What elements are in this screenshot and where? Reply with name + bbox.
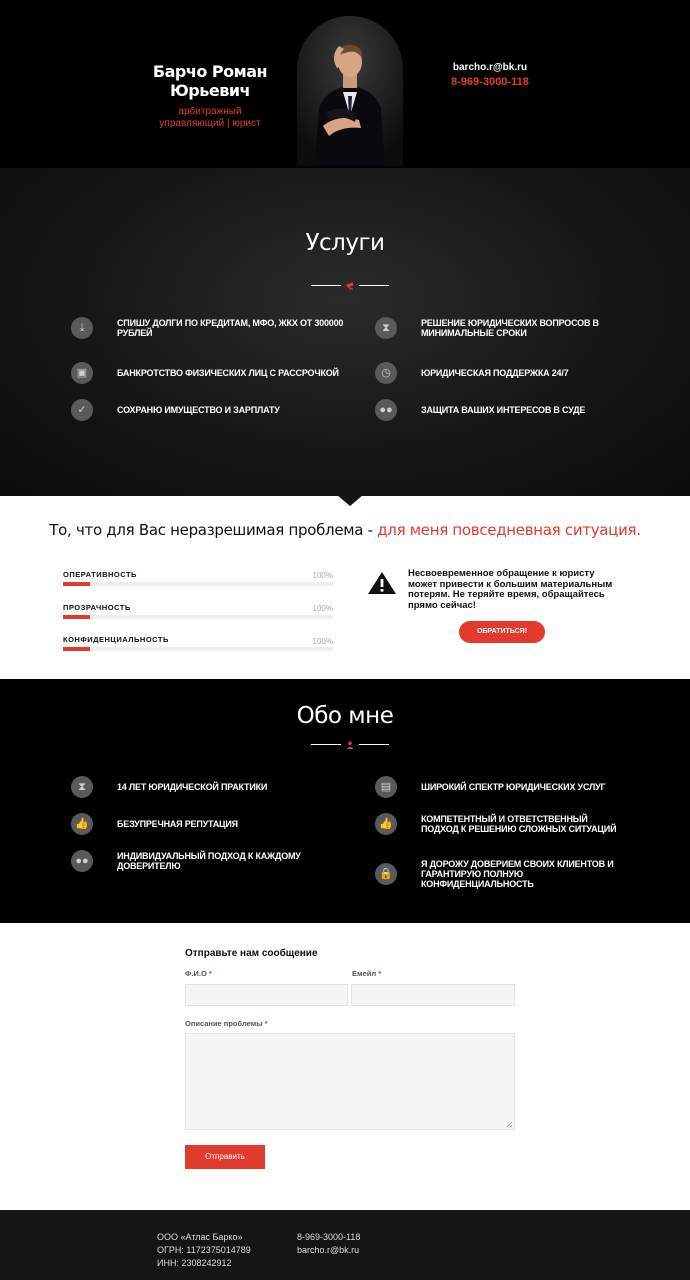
footer-ogrn: ОГРН: 1172375014789 bbox=[157, 1245, 251, 1255]
services-divider bbox=[311, 282, 389, 290]
skill-bar bbox=[63, 615, 333, 619]
header-email[interactable]: barcho.r@bk.ru bbox=[420, 62, 560, 73]
lawyer-role: арбитражный управляющий | юрист bbox=[159, 106, 261, 129]
footer-email[interactable]: barcho.r@bk.ru bbox=[297, 1244, 359, 1257]
skill-percent: 100% bbox=[312, 637, 333, 646]
service-item: ◷ Юридическая поддержка 24/7 bbox=[375, 362, 621, 384]
about-item: 👍 Безупречная репутация bbox=[71, 813, 347, 835]
users-icon: ●● bbox=[375, 399, 397, 421]
footer-company: ООО «Атлас Барко» bbox=[157, 1232, 243, 1242]
warning-icon bbox=[368, 572, 396, 594]
problem-textarea[interactable] bbox=[185, 1033, 515, 1130]
resize-handle-icon[interactable] bbox=[506, 1121, 513, 1128]
hourglass-icon: ⧗ bbox=[375, 317, 397, 339]
tagline: То, что для Вас неразрешимая проблема - … bbox=[49, 521, 641, 539]
skill-bar-fill bbox=[63, 615, 90, 619]
service-item: ⤓ Спишу долги по кредитам, МФО, ЖКХ от 3… bbox=[71, 317, 347, 339]
header: Барчо Роман Юрьевич арбитражный управляю… bbox=[0, 0, 690, 168]
warning-text: Несвоевременное обращение к юристу может… bbox=[408, 568, 613, 611]
portrait-photo bbox=[297, 16, 403, 166]
skill-bar bbox=[63, 582, 333, 586]
gavel-icon bbox=[346, 282, 354, 290]
skill-label: КОНФИДЕНЦИАЛЬНОСТЬ bbox=[63, 635, 169, 644]
contact-button[interactable]: ОБРАТИТЬСЯ! bbox=[459, 621, 545, 643]
about-item: 👍 Компетентный и ответственный подход к … bbox=[375, 813, 621, 835]
footer-phone[interactable]: 8-969-3000-118 bbox=[297, 1231, 360, 1244]
clock-icon: ◷ bbox=[375, 362, 397, 384]
skill-bar bbox=[63, 647, 333, 651]
section-notch bbox=[337, 495, 363, 506]
problem-label: Описание проблемы * bbox=[185, 1019, 268, 1028]
check-icon: ✓ bbox=[71, 399, 93, 421]
name-label: Ф.И.О * bbox=[185, 969, 212, 978]
email-field[interactable] bbox=[351, 984, 515, 1006]
service-item: ●● Защита ваших интересов в суде bbox=[375, 399, 641, 421]
skill-label: ПРОЗРАЧНОСТЬ bbox=[63, 603, 131, 612]
about-title: Обо мне bbox=[296, 703, 394, 729]
about-divider bbox=[311, 741, 389, 749]
document-icon: ▤ bbox=[375, 776, 397, 798]
about-item: ●● Индивидуальный подход к каждому довер… bbox=[71, 850, 302, 872]
submit-button[interactable]: Отправить bbox=[185, 1145, 265, 1169]
skill-bar-fill bbox=[63, 582, 90, 586]
service-item: ⧗ Решение юридических вопросов в минимал… bbox=[375, 317, 621, 339]
skill-bar-fill bbox=[63, 647, 90, 651]
service-item: ▣ Банкротство физических лиц с рассрочко… bbox=[71, 362, 377, 384]
email-label: Емейл * bbox=[352, 969, 382, 978]
car-icon: ▣ bbox=[71, 362, 93, 384]
about-item: ⧗ 14 лет юридической практики bbox=[71, 776, 347, 798]
person-icon bbox=[346, 741, 354, 749]
name-field[interactable] bbox=[185, 984, 348, 1006]
skill-label: ОПЕРАТИВНОСТЬ bbox=[63, 570, 137, 579]
service-item: ✓ Сохраню имущество и зарплату bbox=[71, 399, 377, 421]
lawyer-name: Барчо Роман Юрьевич bbox=[152, 62, 268, 100]
thumbs-up-icon: 👍 bbox=[71, 813, 93, 835]
header-phone[interactable]: 8-969-3000-118 bbox=[420, 76, 560, 88]
about-item: ▤ Широкий спектр юридических услуг bbox=[375, 776, 621, 798]
form-title: Отправьте нам сообщение bbox=[185, 948, 318, 959]
lock-icon: 🔒 bbox=[375, 863, 397, 885]
skill-percent: 100% bbox=[312, 571, 333, 580]
services-title: Услуги bbox=[305, 230, 385, 256]
thumbs-up-icon: 👍 bbox=[375, 813, 397, 835]
footer-inn: ИНН: 2308242912 bbox=[157, 1258, 232, 1268]
users-icon: ●● bbox=[71, 850, 93, 872]
hourglass-icon: ⧗ bbox=[71, 776, 93, 798]
skill-percent: 100% bbox=[312, 604, 333, 613]
download-icon: ⤓ bbox=[71, 317, 93, 339]
about-item: 🔒 Я дорожу доверием своих клиентов и гар… bbox=[375, 859, 621, 889]
